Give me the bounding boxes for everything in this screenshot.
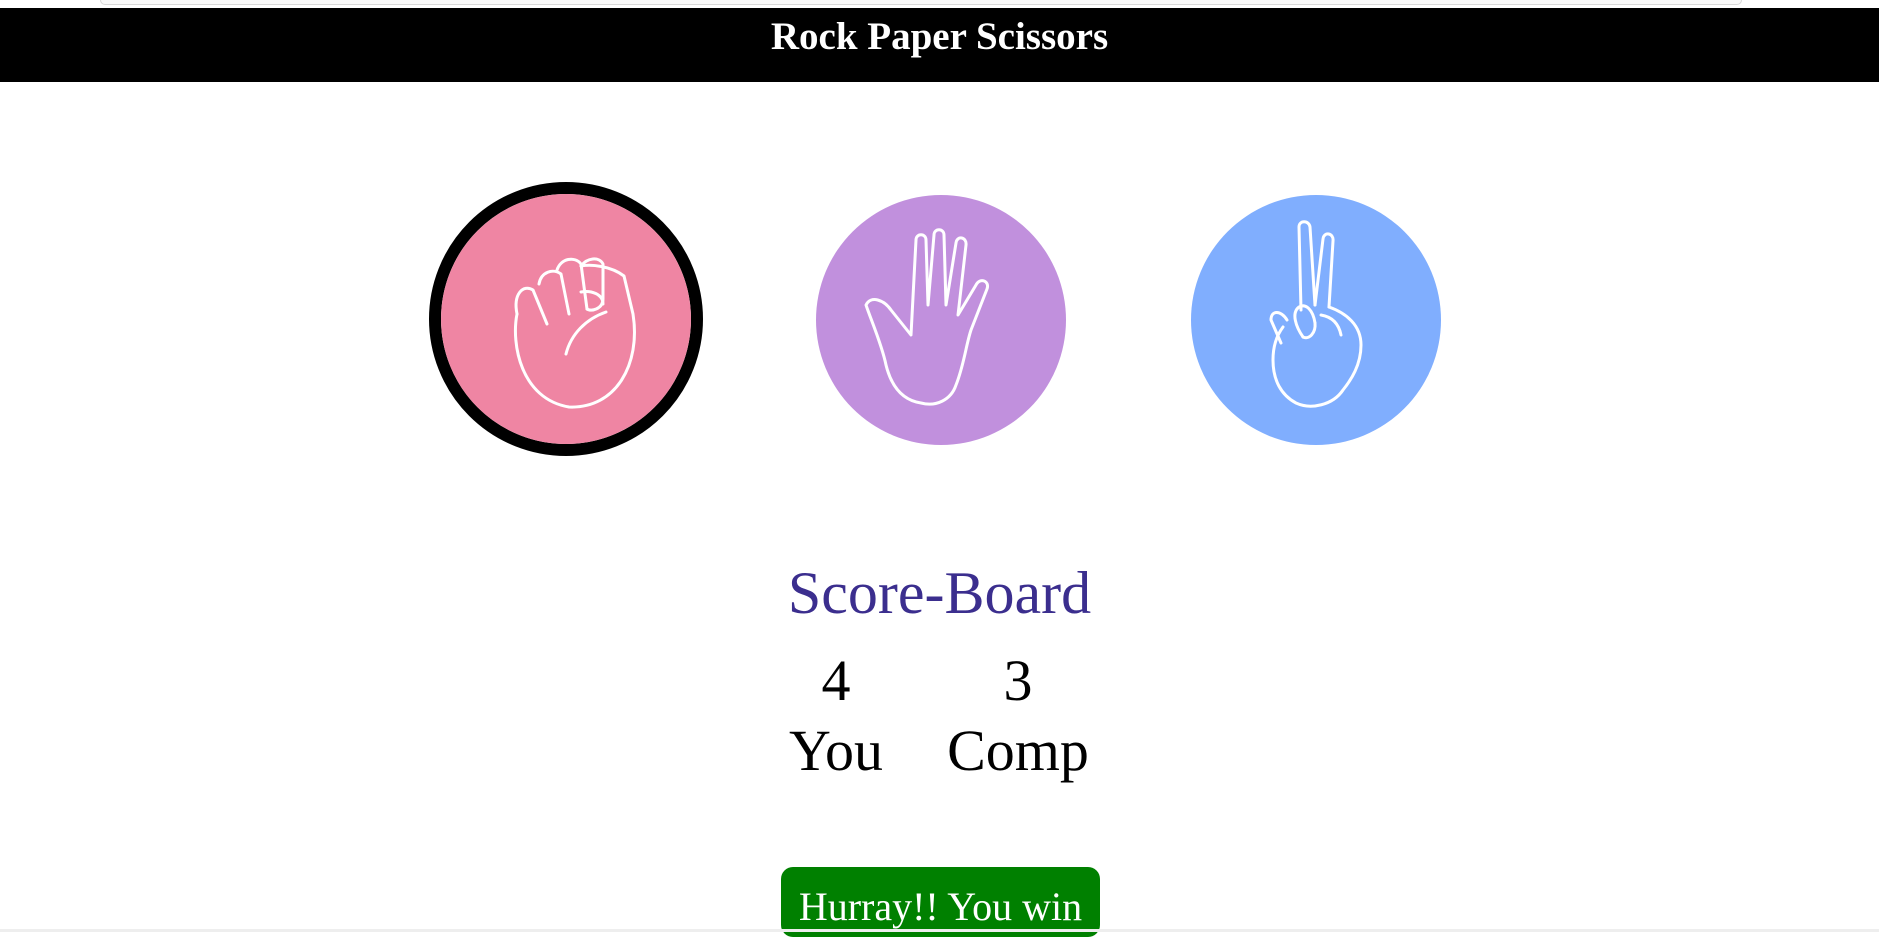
comp-score-panel: 3 Comp <box>938 648 1098 788</box>
open-hand-icon <box>816 195 1066 445</box>
user-score-panel: 4 You <box>776 648 896 788</box>
comp-score: 3 <box>1003 648 1033 713</box>
scissors-choice-button[interactable] <box>1191 195 1441 445</box>
paper-choice-button[interactable] <box>816 195 1066 445</box>
result-message: Hurray!! You win <box>781 867 1100 937</box>
user-label: You <box>788 718 884 783</box>
rock-choice-button[interactable] <box>429 182 703 456</box>
peace-sign-icon <box>1191 195 1441 445</box>
comp-label: Comp <box>947 718 1089 783</box>
user-score: 4 <box>821 648 851 713</box>
fist-icon <box>441 194 691 444</box>
scoreboard-title: Score-Board <box>787 560 1092 626</box>
choices-area <box>0 0 1879 470</box>
